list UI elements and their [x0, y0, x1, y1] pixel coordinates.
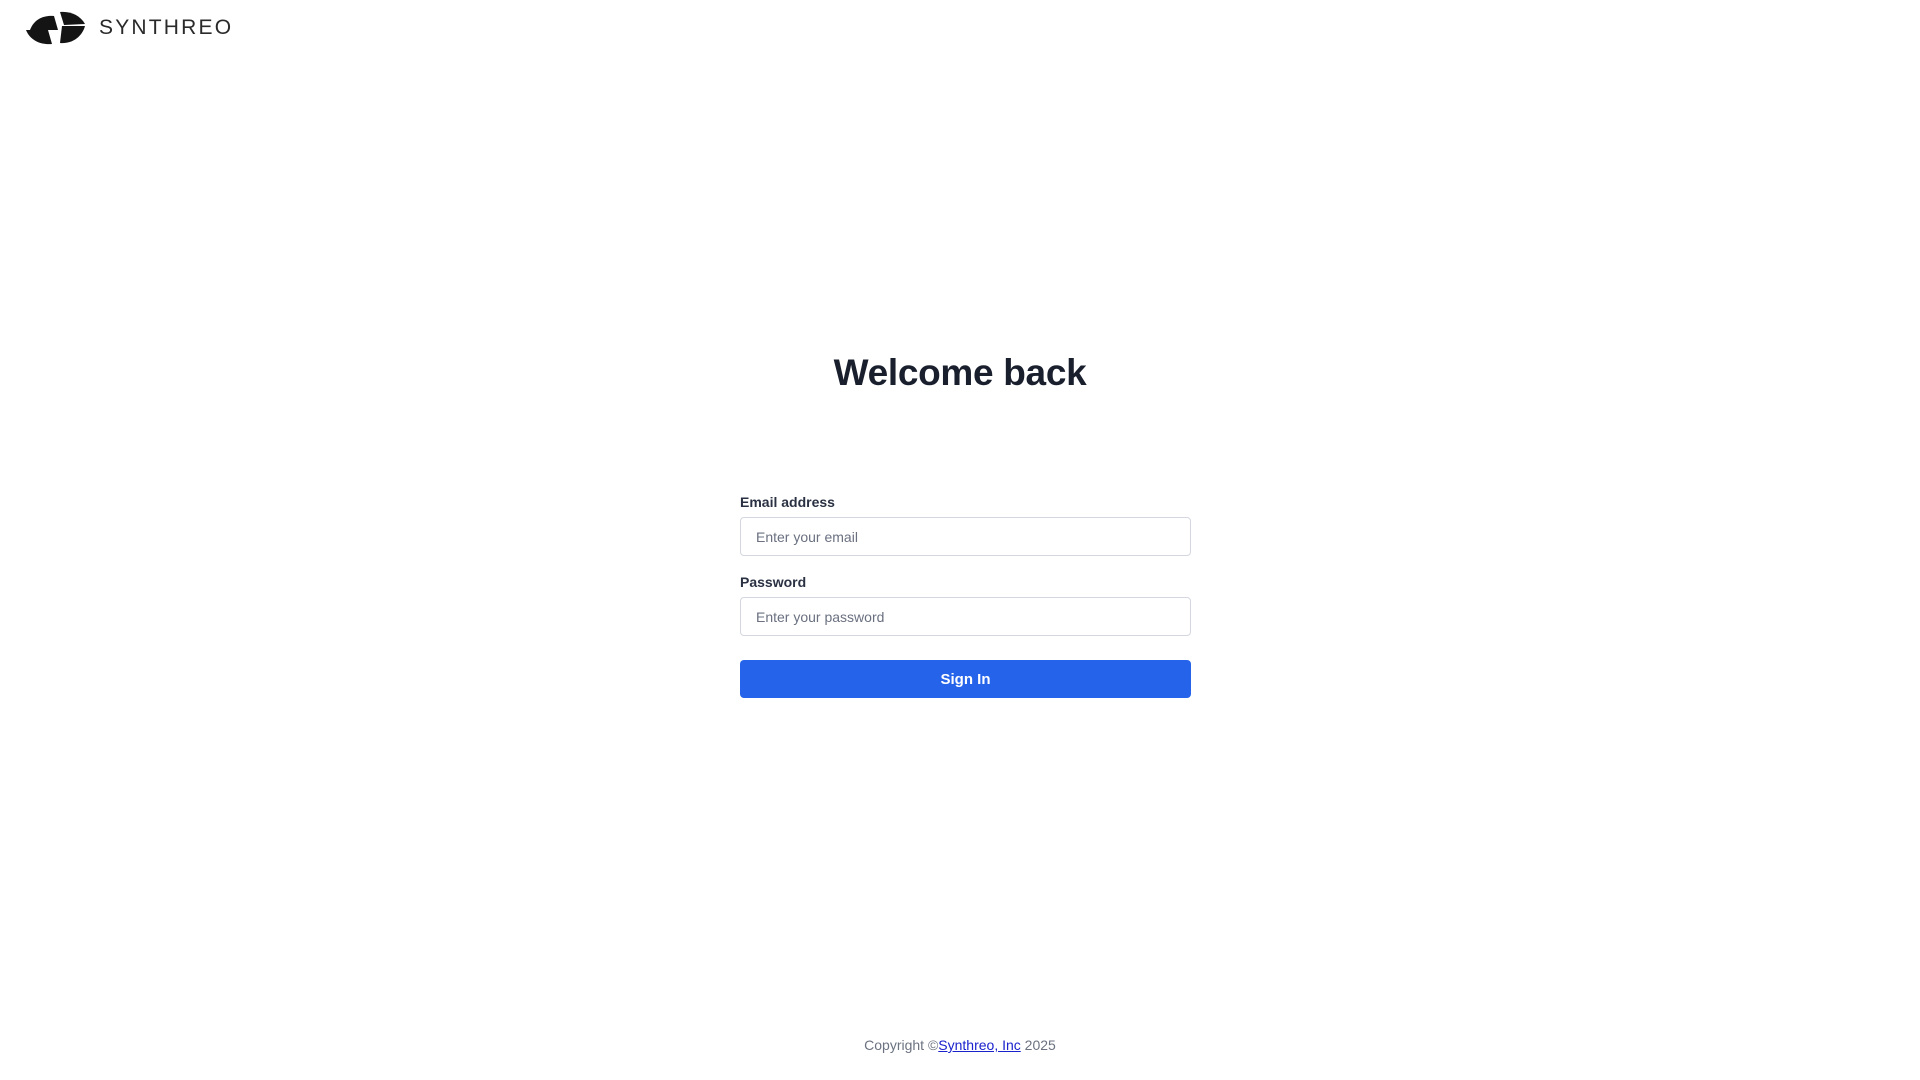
company-link[interactable]: Synthreo, Inc: [938, 1037, 1021, 1053]
password-label: Password: [740, 574, 807, 590]
sign-in-button[interactable]: Sign In: [740, 660, 1191, 698]
synthreo-logo-icon: [26, 11, 85, 45]
email-label: Email address: [740, 494, 835, 510]
login-page: SYNTHREO Welcome back Email address Pass…: [0, 0, 1920, 1080]
copyright-year: 2025: [1020, 1037, 1056, 1053]
field-spacer: [740, 556, 1191, 574]
copyright-prefix: Copyright ©: [864, 1037, 939, 1053]
page-title: Welcome back: [833, 352, 1087, 393]
password-field[interactable]: [740, 597, 1191, 636]
brand-name: SYNTHREO: [99, 16, 234, 39]
brand-logo[interactable]: SYNTHREO: [24, 11, 233, 45]
login-form: Email address Password Sign In: [740, 494, 1191, 698]
email-field[interactable]: [740, 517, 1191, 556]
copyright-footer: Copyright ©Synthreo, Inc 2025: [0, 1036, 1920, 1054]
